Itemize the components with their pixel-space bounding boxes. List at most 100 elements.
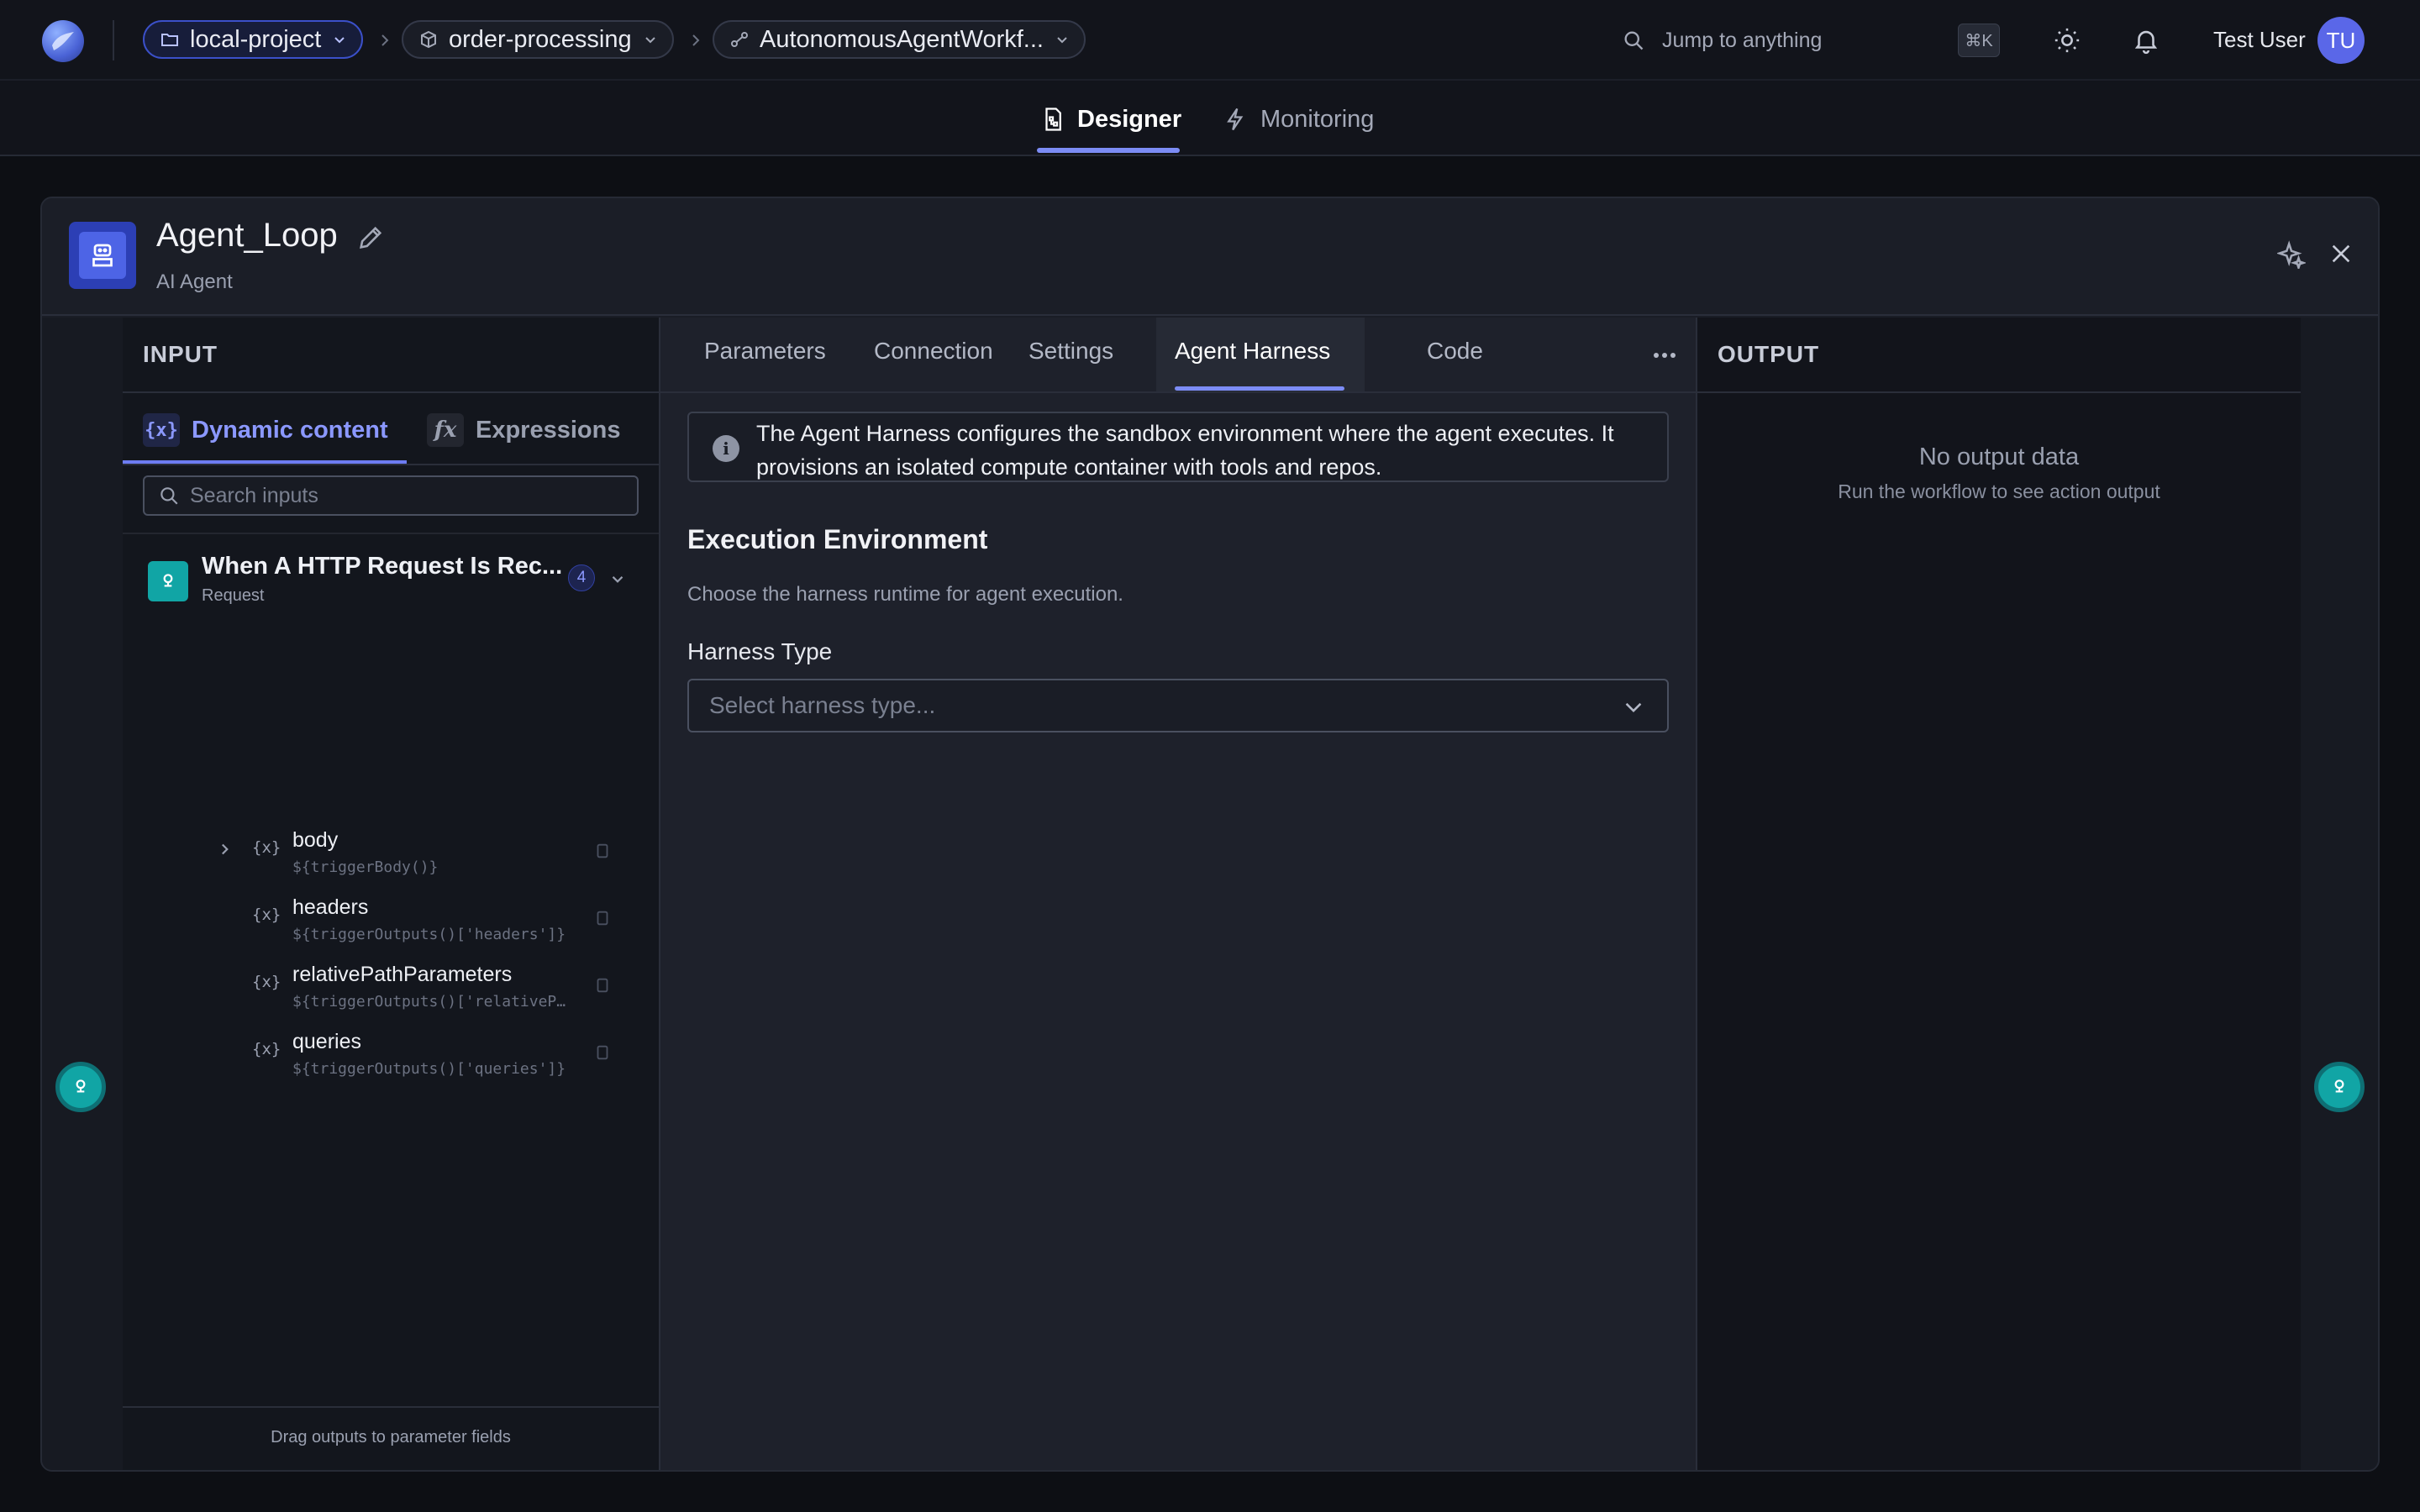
- output-expression: ${triggerOutputs()['relativePathParamete…: [292, 993, 570, 1011]
- output-expression: ${triggerOutputs()['headers']}: [292, 926, 566, 943]
- http-trigger-icon: [148, 561, 188, 601]
- harness-type-placeholder: Select harness type...: [709, 692, 936, 718]
- parameters-panel: Parameters Connection Settings Agent Har…: [660, 318, 1697, 1470]
- trigger-title: When A HTTP Request Is Rec...: [202, 553, 563, 580]
- output-name: queries: [292, 1030, 361, 1053]
- left-gutter: [42, 318, 123, 1470]
- divider: [123, 1406, 659, 1408]
- chevron-right-icon[interactable]: [215, 840, 234, 858]
- copy-icon[interactable]: [593, 1043, 612, 1062]
- trigger-subtitle: Request: [202, 586, 265, 605]
- next-node-button[interactable]: [2314, 1062, 2365, 1112]
- tab-settings[interactable]: Settings: [1028, 338, 1113, 365]
- output-expression: ${triggerBody()}: [292, 858, 439, 876]
- active-tab-indicator: [1175, 386, 1344, 391]
- chevron-down-icon: [1625, 702, 1642, 712]
- variable-icon: {x}: [143, 413, 180, 447]
- global-search-placeholder: Jump to anything: [1662, 28, 1823, 52]
- tab-expressions[interactable]: fx Expressions: [427, 405, 620, 455]
- active-tab-indicator: [1037, 148, 1180, 153]
- search-icon: [160, 487, 178, 505]
- output-empty-subtitle: Run the workflow to see action output: [1838, 480, 2160, 502]
- breadcrumb-separator-icon: [692, 34, 700, 46]
- section-description: Choose the harness runtime for agent exe…: [687, 583, 1123, 606]
- tab-parameters[interactable]: Parameters: [704, 338, 826, 365]
- output-count-badge: 4: [568, 564, 595, 591]
- workflow-icon: [731, 32, 748, 47]
- avatar[interactable]: TU: [2317, 17, 2365, 64]
- sparkle-icon[interactable]: [2277, 240, 2306, 269]
- search-inputs-input[interactable]: [190, 483, 627, 508]
- divider: [113, 20, 114, 60]
- info-icon: i: [713, 435, 739, 462]
- right-gutter: [2301, 318, 2378, 1470]
- output-name: relativePathParameters: [292, 963, 513, 986]
- divider: [123, 464, 659, 465]
- breadcrumb-workflow-label: AutonomousAgentWorkf...: [760, 25, 1044, 53]
- webhook-icon: [163, 574, 173, 587]
- output-panel: OUTPUT No output data Run the workflow t…: [1697, 318, 2301, 1470]
- webhook-icon: [76, 1079, 86, 1093]
- copy-icon[interactable]: [593, 842, 612, 860]
- output-expression: ${triggerOutputs()['queries']}: [292, 1060, 566, 1078]
- function-icon: fx: [427, 413, 464, 447]
- breadcrumb-project[interactable]: local-project: [143, 20, 364, 59]
- tab-designer[interactable]: Designer: [1040, 101, 1181, 138]
- output-name: headers: [292, 895, 369, 919]
- tab-expressions-label: Expressions: [476, 416, 621, 444]
- output-empty-title: No output data: [1918, 444, 2080, 470]
- app-logo-icon[interactable]: [42, 20, 84, 62]
- copy-icon[interactable]: [593, 976, 612, 995]
- copy-icon[interactable]: [593, 909, 612, 927]
- theme-toggle-button[interactable]: [2050, 24, 2084, 57]
- cube-icon: [421, 30, 436, 49]
- input-heading: INPUT: [143, 341, 218, 367]
- shortcut-hint: ⌘K: [1958, 24, 2000, 57]
- output-row-relativepathparameters[interactable]: {x} relativePathParameters ${triggerOutp…: [215, 963, 635, 1021]
- node-detail-modal: Agent_Loop AI Agent INPUT {x} Dynamic co…: [40, 197, 2380, 1472]
- breadcrumb-separator-icon: [381, 34, 389, 46]
- breadcrumb-app-label: order-processing: [449, 25, 632, 53]
- webhook-icon: [2334, 1079, 2344, 1093]
- user-name[interactable]: Test User: [2213, 27, 2306, 53]
- info-banner: i The Agent Harness configures the sandb…: [687, 412, 1669, 482]
- output-row-headers[interactable]: {x} headers ${triggerOutputs()['headers'…: [215, 895, 635, 954]
- search-inputs-field[interactable]: [143, 475, 639, 516]
- trigger-group[interactable]: When A HTTP Request Is Rec... Request 4: [148, 553, 635, 612]
- output-row-body[interactable]: {x} body ${triggerBody()}: [215, 828, 635, 887]
- variable-icon: {x}: [252, 906, 281, 924]
- global-search[interactable]: Jump to anything: [1622, 22, 1822, 59]
- robot-icon: [92, 244, 113, 267]
- breadcrumb-app[interactable]: order-processing: [402, 20, 674, 59]
- harness-type-label: Harness Type: [687, 638, 833, 664]
- tab-connection[interactable]: Connection: [874, 338, 993, 365]
- output-heading: OUTPUT: [1718, 341, 1820, 367]
- pencil-icon[interactable]: [356, 223, 385, 252]
- node-type: AI Agent: [156, 270, 233, 293]
- input-panel: INPUT {x} Dynamic content fx Expressions…: [123, 318, 660, 1470]
- output-name: body: [292, 828, 339, 852]
- info-text: The Agent Harness configures the sandbox…: [756, 421, 1614, 480]
- tab-code[interactable]: Code: [1427, 338, 1483, 365]
- chevron-down-icon: [334, 37, 345, 44]
- output-row-queries[interactable]: {x} queries ${triggerOutputs()['queries'…: [215, 1030, 635, 1089]
- tab-monitoring[interactable]: Monitoring: [1223, 101, 1374, 138]
- previous-node-button[interactable]: [55, 1062, 106, 1112]
- bell-icon: [2134, 30, 2158, 55]
- main-tabs: Designer Monitoring: [0, 81, 2420, 156]
- harness-type-select[interactable]: Select harness type...: [687, 679, 1669, 732]
- chevron-down-icon[interactable]: [608, 570, 627, 588]
- variable-icon: {x}: [252, 973, 281, 991]
- notifications-button[interactable]: [2129, 24, 2163, 57]
- tab-dynamic-content[interactable]: {x} Dynamic content: [143, 405, 388, 455]
- tab-designer-label: Designer: [1077, 105, 1182, 133]
- more-options-icon[interactable]: [1652, 351, 1677, 360]
- divider: [1697, 391, 2301, 393]
- breadcrumb-project-label: local-project: [190, 25, 322, 53]
- chevron-down-icon: [644, 37, 655, 44]
- tab-agent-harness[interactable]: Agent Harness: [1175, 338, 1330, 365]
- folder-icon: [161, 34, 178, 46]
- close-icon[interactable]: [2328, 240, 2354, 267]
- agent-node-icon: [69, 222, 136, 289]
- breadcrumb-workflow[interactable]: AutonomousAgentWorkf...: [713, 20, 1086, 59]
